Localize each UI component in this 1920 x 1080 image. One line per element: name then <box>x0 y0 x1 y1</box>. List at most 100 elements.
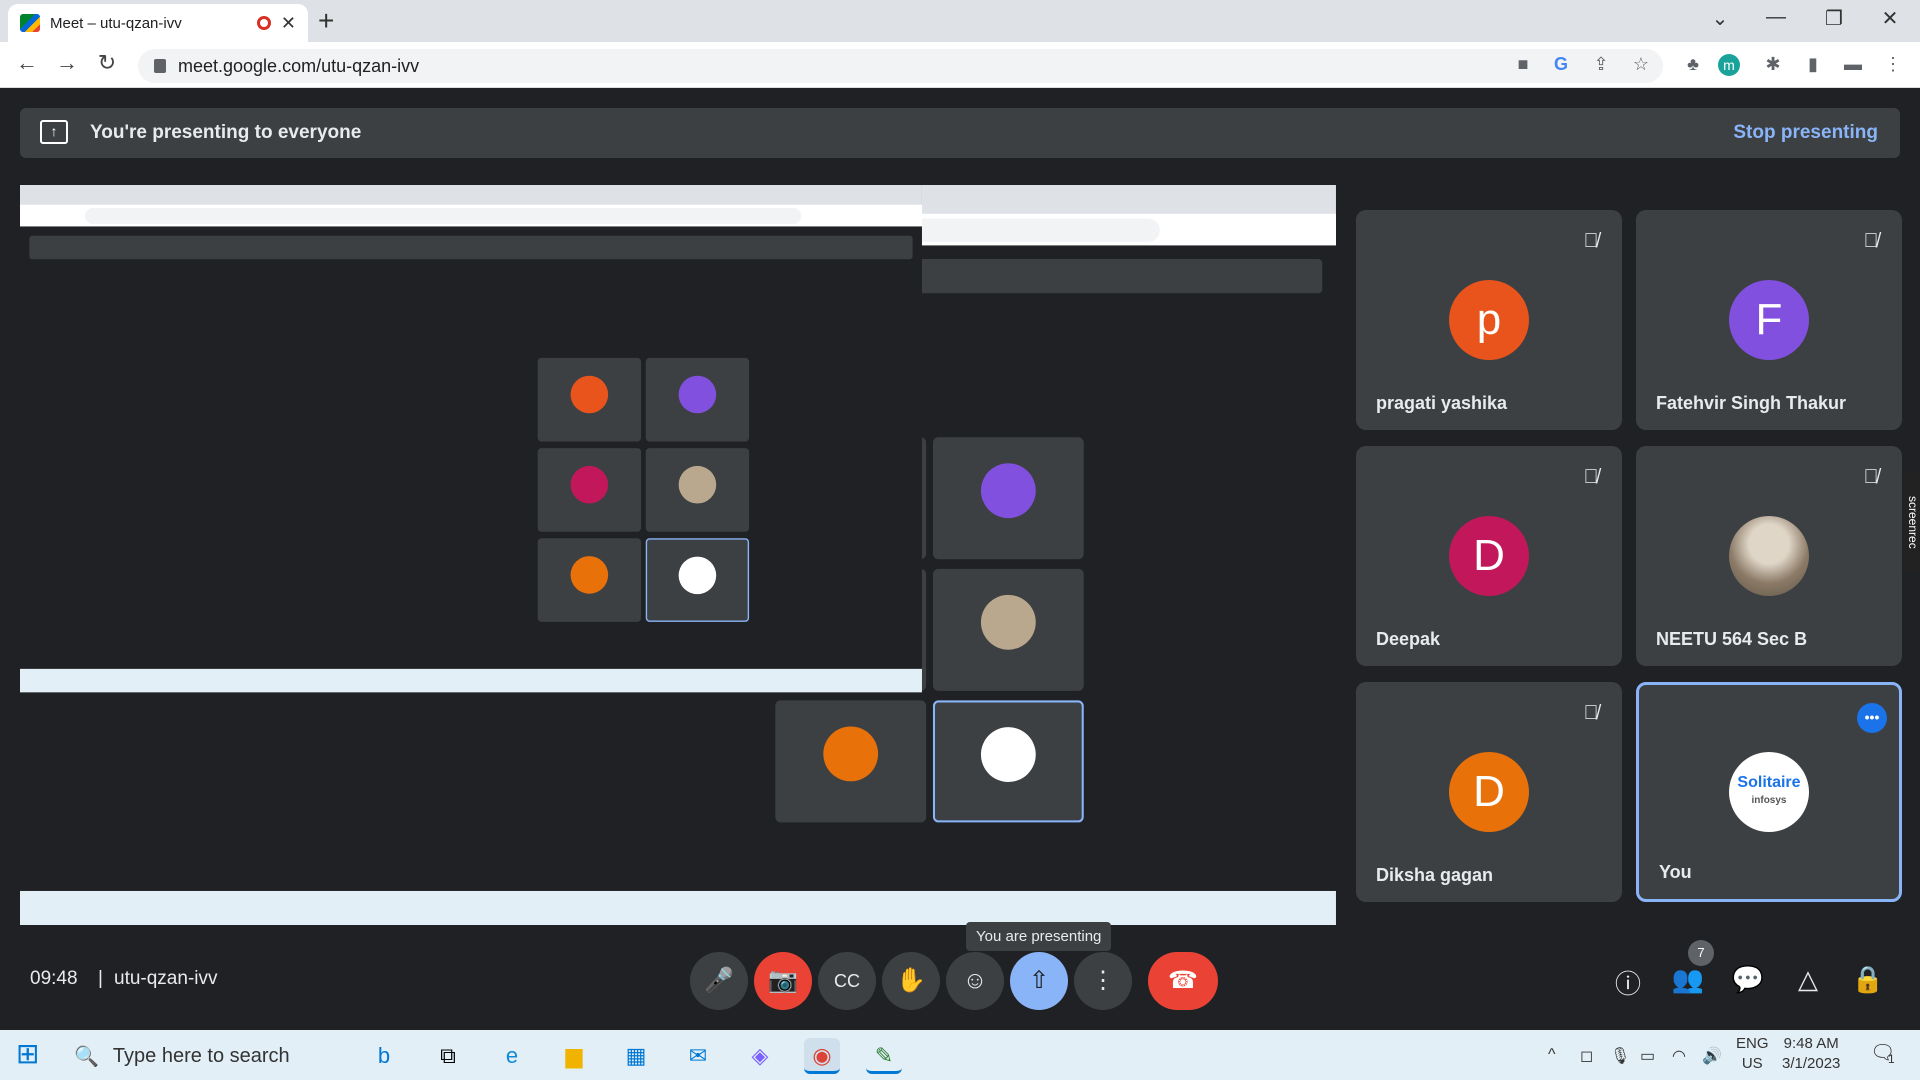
taskbar-clock[interactable]: 9:48 AM 3/1/2023 <box>1782 1034 1840 1074</box>
language-indicator[interactable]: ENG US <box>1736 1034 1769 1074</box>
people-icon[interactable]: 👥 <box>1668 964 1708 995</box>
task-view-icon[interactable]: ⧉ <box>430 1038 466 1074</box>
mic-off-icon: 🎙̸ <box>1583 466 1599 488</box>
mail-icon[interactable]: ✉ <box>680 1038 716 1074</box>
participant-tile[interactable]: 🎙̸ F Fatehvir Singh Thakur <box>1636 210 1902 430</box>
address-bar[interactable]: meet.google.com/utu-qzan-ivv <box>138 49 1663 83</box>
reload-button[interactable]: ↻ <box>92 50 122 76</box>
chat-icon[interactable]: 💬 <box>1728 964 1768 995</box>
meeting-code: utu-qzan-ivv <box>114 968 218 989</box>
meeting-info-icon[interactable]: ⓘ <box>1608 964 1648 1001</box>
edge-icon[interactable]: e <box>494 1038 530 1074</box>
avatar: D <box>1449 752 1529 832</box>
minimize-button[interactable]: — <box>1756 6 1796 29</box>
camera-off-button[interactable]: 📷 <box>754 952 812 1010</box>
battery-icon[interactable]: ▭ <box>1640 1046 1655 1066</box>
mic-off-icon: 🎙̸ <box>1863 466 1879 488</box>
participant-name: NEETU 564 Sec B <box>1656 629 1808 649</box>
extension-icon[interactable]: ♣ <box>1680 54 1706 75</box>
raise-hand-button[interactable]: ✋ <box>882 952 940 1010</box>
screen-capture <box>20 185 1336 925</box>
puzzle-extensions-icon[interactable]: ✱ <box>1760 54 1786 75</box>
logo-title: Solitaire <box>1737 774 1801 791</box>
participant-tile[interactable]: 🎙̸ D Deepak <box>1356 446 1622 666</box>
mic-off-icon: 🎙̸ <box>1583 230 1599 252</box>
photos-icon[interactable]: ◈ <box>742 1038 778 1074</box>
participant-name: Diksha gagan <box>1376 865 1494 885</box>
participant-tile[interactable]: 🎙̸ D Diksha gagan <box>1356 682 1622 902</box>
participant-tile[interactable]: 🎙̸ p pragati yashika <box>1356 210 1622 430</box>
participant-tile[interactable]: 🎙̸ NEETU 564 Sec B <box>1636 446 1902 666</box>
clock-time: 9:48 AM <box>1783 1035 1839 1052</box>
forward-button[interactable]: → <box>52 50 82 76</box>
menu-kebab-icon[interactable]: ⋮ <box>1880 54 1906 75</box>
captions-button[interactable]: CC <box>818 952 876 1010</box>
close-window-button[interactable]: ✕ <box>1870 6 1910 31</box>
profile-m-icon[interactable]: m <box>1718 54 1740 76</box>
search-placeholder: Type here to search <box>112 1044 290 1067</box>
mic-button[interactable]: 🎤 <box>690 952 748 1010</box>
bookmark-star-icon[interactable]: ☆ <box>1628 54 1654 75</box>
tab-title: Meet – utu-qzan-ivv <box>50 14 182 32</box>
profile-photo <box>1729 516 1809 596</box>
participant-name: pragati yashika <box>1376 393 1508 413</box>
meeting-time: 09:48 <box>30 968 78 989</box>
lang-code: ENG <box>1736 1035 1769 1052</box>
taskbar-search[interactable]: 🔍 Type here to search <box>62 1034 392 1078</box>
presenting-banner: ↑ You're presenting to everyone Stop pre… <box>20 108 1900 158</box>
presenting-text: You're presenting to everyone <box>90 122 362 143</box>
people-count-badge: 7 <box>1688 940 1714 966</box>
avatar: D <box>1449 516 1529 596</box>
avatar: F <box>1729 280 1809 360</box>
host-controls-icon[interactable]: 🔒 <box>1848 964 1888 995</box>
url-text: meet.google.com/utu-qzan-ivv <box>178 55 420 76</box>
google-icon[interactable]: G <box>1548 54 1574 75</box>
show-hidden-icons[interactable]: ^ <box>1548 1046 1556 1064</box>
maximize-button[interactable]: ❐ <box>1814 6 1854 31</box>
chrome-icon[interactable]: ◉ <box>804 1038 840 1074</box>
self-avatar: Solitaire infosys <box>1729 752 1809 832</box>
emoji-button[interactable]: ☺ <box>946 952 1004 1010</box>
account-avatar-icon[interactable]: ▬ <box>1840 54 1866 75</box>
clock-date: 3/1/2023 <box>1782 1055 1841 1072</box>
meet-tray-icon[interactable]: ◻ <box>1580 1046 1593 1066</box>
side-panel-icon[interactable]: ▮ <box>1800 54 1826 75</box>
lock-icon <box>154 59 166 73</box>
mic-off-icon: 🎙̸ <box>1863 230 1879 252</box>
notification-count: 1 <box>1888 1052 1895 1066</box>
camera-blocked-icon[interactable]: ■ <box>1510 54 1536 75</box>
present-button[interactable]: ⇧ <box>1010 952 1068 1010</box>
presenting-tooltip: You are presenting <box>966 922 1112 951</box>
back-button[interactable]: ← <box>12 50 42 76</box>
present-screen-icon: ↑ <box>40 120 68 144</box>
close-tab-icon[interactable]: ✕ <box>281 13 296 34</box>
tab-search-icon[interactable]: ⌄ <box>1700 6 1740 31</box>
stop-presenting-button[interactable]: Stop presenting <box>1733 122 1878 144</box>
microphone-tray-icon[interactable]: 🎙 <box>1610 1046 1630 1066</box>
windows-start-icon[interactable]: ⊞ <box>16 1040 44 1068</box>
more-options-icon[interactable]: ••• <box>1857 703 1887 733</box>
share-icon[interactable]: ⇪ <box>1588 54 1614 75</box>
self-tile[interactable]: ••• Solitaire infosys You <box>1636 682 1902 902</box>
divider: | <box>98 968 103 989</box>
new-tab-button[interactable]: + <box>318 7 334 35</box>
leave-call-button[interactable]: ☎ <box>1148 952 1218 1010</box>
participant-name: Deepak <box>1376 629 1441 649</box>
store-icon[interactable]: ▦ <box>618 1038 654 1074</box>
recording-icon <box>256 16 271 30</box>
activities-icon[interactable]: △ <box>1788 964 1828 995</box>
file-explorer-icon[interactable]: ▆ <box>556 1038 592 1074</box>
lang-region: US <box>1741 1055 1763 1072</box>
more-options-button[interactable]: ⋮ <box>1074 952 1132 1010</box>
participant-name: You <box>1659 862 1692 882</box>
browser-tab[interactable]: Meet – utu-qzan-ivv ✕ <box>8 4 308 42</box>
wifi-icon[interactable]: ◠ <box>1672 1046 1686 1066</box>
volume-icon[interactable]: 🔊 <box>1702 1046 1722 1066</box>
app-icon[interactable]: ✎ <box>866 1038 902 1074</box>
logo-sub: infosys <box>1751 795 1787 806</box>
screenrec-tab[interactable]: screenrec <box>1903 472 1920 572</box>
bing-icon[interactable]: b <box>366 1038 402 1074</box>
presented-screen <box>20 185 1336 925</box>
avatar: p <box>1449 280 1529 360</box>
mic-off-icon: 🎙̸ <box>1583 702 1599 724</box>
